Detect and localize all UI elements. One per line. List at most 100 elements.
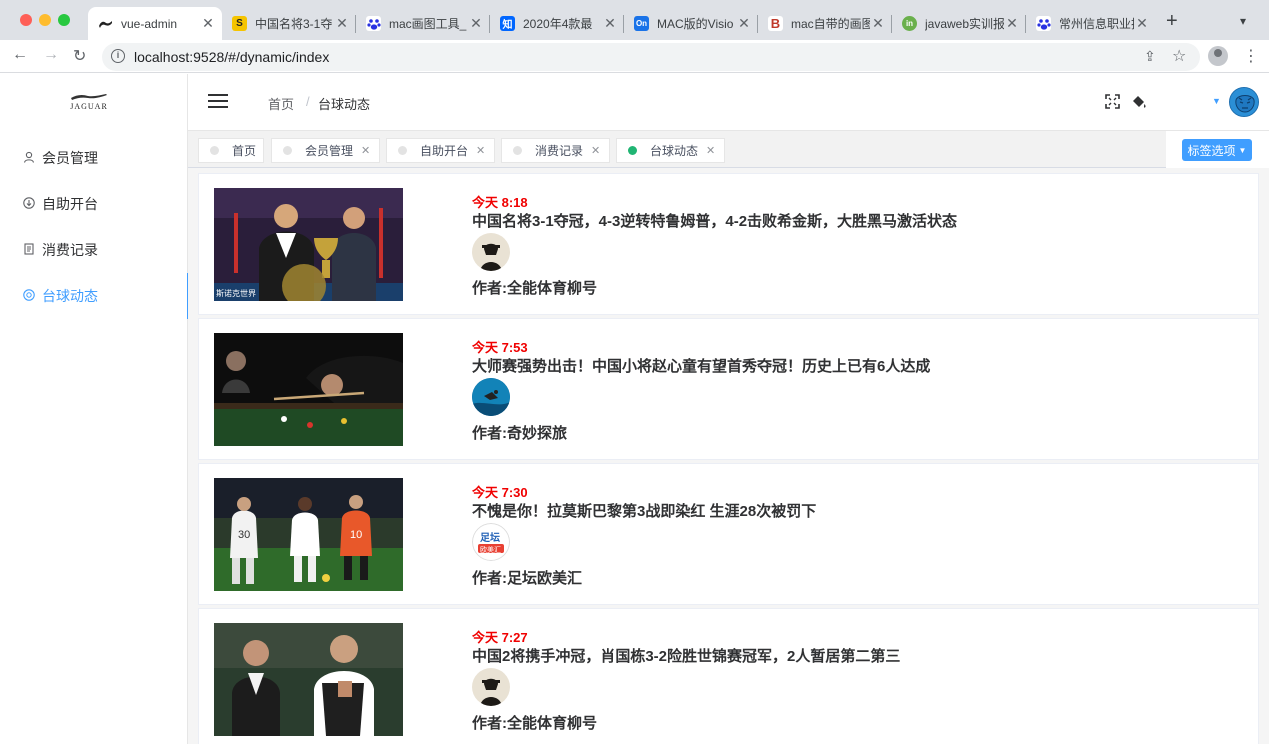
tab-search-chevron-icon[interactable]: ▾ xyxy=(1240,14,1246,28)
minimize-window-button[interactable] xyxy=(39,14,51,26)
tag-label: 会员管理 xyxy=(305,144,354,158)
author-avatar[interactable] xyxy=(472,378,510,416)
post-card[interactable]: 今天 7:27 中国2将携手冲冠，肖国栋3-2险胜世锦赛冠军，2人暂居第二第三 … xyxy=(198,608,1259,744)
author-avatar[interactable] xyxy=(472,668,510,706)
tiger-avatar-icon xyxy=(1230,88,1258,116)
post-card[interactable]: 今天 7:53 大师赛强势出击！中国小将赵心童有望首秀夺冠！历史上已有6人达成 … xyxy=(198,318,1259,460)
baidu-paw-favicon-icon xyxy=(1036,16,1051,31)
post-thumbnail-snooker-shot-photo[interactable] xyxy=(214,333,403,446)
post-time: 今天 8:18 xyxy=(472,195,528,210)
browser-tab-title: 常州信息职业技 xyxy=(1059,17,1134,31)
post-author: 作者:全能体育柳号 xyxy=(472,715,597,732)
browser-tab[interactable]: S 中国名将3-1夺 ✕ xyxy=(222,7,356,40)
author-avatar[interactable] xyxy=(472,233,510,271)
site-info-icon[interactable]: i xyxy=(111,49,125,63)
user-icon xyxy=(22,151,36,166)
tag-options-button[interactable]: 标签选项 ▼ xyxy=(1182,139,1252,161)
tag-status-dot xyxy=(398,146,407,155)
post-time: 今天 7:30 xyxy=(472,485,528,500)
browser-tab[interactable]: mac画图工具_ ✕ xyxy=(356,7,490,40)
tag-home[interactable]: 首页 xyxy=(198,138,264,163)
forward-arrow-icon[interactable]: → xyxy=(43,46,59,64)
svg-text:足坛: 足坛 xyxy=(480,531,500,544)
tag-self-service[interactable]: 自助开台 ✕ xyxy=(386,138,495,163)
dropdown-caret-icon[interactable]: ▼ xyxy=(1212,96,1221,106)
address-bar[interactable]: i localhost:9528/#/dynamic/index ⇪ ☆ xyxy=(102,43,1200,71)
sidebar-item-consumption-records[interactable]: 消费记录 xyxy=(0,227,188,273)
tag-close-icon[interactable]: ✕ xyxy=(476,144,485,157)
post-title[interactable]: 不愧是你！拉莫斯巴黎第3战即染红 生涯28次被罚下 xyxy=(472,500,816,521)
address-url[interactable]: localhost:9528/#/dynamic/index xyxy=(134,49,329,65)
share-icon[interactable]: ⇪ xyxy=(1144,48,1156,65)
post-time: 今天 7:27 xyxy=(472,630,528,645)
tag-status-dot xyxy=(628,146,637,155)
post-card[interactable]: 30 10 今天 7:30 不愧是你！拉莫斯巴黎第3战即染红 生涯28次被罚下 … xyxy=(198,463,1259,605)
tag-status-dot xyxy=(513,146,522,155)
close-window-button[interactable] xyxy=(20,14,32,26)
browser-tab[interactable]: 常州信息职业技 ✕ xyxy=(1026,7,1156,40)
post-title[interactable]: 中国2将携手冲冠，肖国栋3-2险胜世锦赛冠军，2人暂居第二第三 xyxy=(472,645,900,666)
browser-menu-kebab-icon[interactable]: ⋮ xyxy=(1243,46,1259,66)
in-favicon-icon: in xyxy=(902,16,917,31)
browser-tab[interactable]: vue-admin ✕ xyxy=(88,7,222,40)
close-tab-icon[interactable]: ✕ xyxy=(1134,15,1150,32)
sidebar-item-member-management[interactable]: 会员管理 xyxy=(0,135,188,181)
svg-text:30: 30 xyxy=(238,529,250,541)
tag-options-label: 标签选项 xyxy=(1187,143,1236,158)
sidebar-item-self-service[interactable]: 自助开台 xyxy=(0,181,188,227)
breadcrumb-home-link[interactable]: 首页 xyxy=(268,94,294,113)
close-tab-icon[interactable]: ✕ xyxy=(870,15,886,32)
post-title[interactable]: 中国名将3-1夺冠，4-3逆转特鲁姆普，4-2击败希金斯，大胜黑马激活状态 xyxy=(472,210,957,231)
bookmark-star-icon[interactable]: ☆ xyxy=(1172,46,1186,66)
close-tab-icon[interactable]: ✕ xyxy=(334,15,350,32)
paint-bucket-icon[interactable] xyxy=(1131,94,1147,110)
breadcrumb-separator: / xyxy=(306,94,310,109)
post-title[interactable]: 大师赛强势出击！中国小将赵心童有望首秀夺冠！历史上已有6人达成 xyxy=(472,355,930,376)
sidebar: JAGUAR 会员管理 自助开台 消费记录 台球动态 xyxy=(0,74,189,744)
tag-member-management[interactable]: 会员管理 ✕ xyxy=(271,138,380,163)
zhihu-favicon-icon: 知 xyxy=(500,16,515,31)
tag-billiard-news[interactable]: 台球动态 ✕ xyxy=(616,138,725,163)
browser-tab[interactable]: On MAC版的Visio ✕ xyxy=(624,7,758,40)
back-arrow-icon[interactable]: ← xyxy=(12,46,28,64)
close-tab-icon[interactable]: ✕ xyxy=(1004,15,1020,32)
post-card[interactable]: 斯诺克世界 今天 8:18 中国名将3-1夺冠，4-3逆转特鲁姆普，4-2击败希… xyxy=(198,173,1259,315)
author-avatar[interactable]: 足坛 欧美汇 xyxy=(472,523,510,561)
tag-label: 首页 xyxy=(232,144,257,158)
jaguar-leaper-icon xyxy=(71,94,107,100)
jaguar-favicon-icon xyxy=(98,16,113,31)
top-navbar: 首页 / 台球动态 ▼ xyxy=(188,74,1269,130)
close-tab-icon[interactable]: ✕ xyxy=(602,15,618,32)
tag-close-icon[interactable]: ✕ xyxy=(361,144,370,157)
caret-down-icon: ▼ xyxy=(1238,145,1247,155)
s-favicon-icon: S xyxy=(232,16,247,31)
tag-consumption-records[interactable]: 消费记录 ✕ xyxy=(501,138,610,163)
post-thumbnail-football-match-photo[interactable]: 30 10 xyxy=(214,478,403,591)
browser-tab-title: 中国名将3-1夺 xyxy=(255,17,333,31)
tag-close-icon[interactable]: ✕ xyxy=(706,144,715,157)
profile-avatar-icon[interactable] xyxy=(1208,46,1228,66)
tag-close-icon[interactable]: ✕ xyxy=(591,144,600,157)
sidebar-item-label: 自助开台 xyxy=(42,196,98,212)
user-avatar[interactable] xyxy=(1229,87,1259,117)
browser-tab-title: vue-admin xyxy=(121,16,178,31)
post-author: 作者:全能体育柳号 xyxy=(472,280,597,297)
new-tab-plus-icon[interactable]: + xyxy=(1166,11,1178,31)
post-thumbnail-trophy-photo[interactable]: 斯诺克世界 xyxy=(214,188,403,301)
fullscreen-icon[interactable] xyxy=(1105,94,1120,109)
reload-icon[interactable]: ↻ xyxy=(73,46,86,66)
tag-options-area: 标签选项 ▼ xyxy=(1166,131,1269,168)
zoom-window-button[interactable] xyxy=(58,14,70,26)
browser-tab[interactable]: in javaweb实训报 ✕ xyxy=(892,7,1026,40)
close-tab-icon[interactable]: ✕ xyxy=(200,15,216,32)
close-tab-icon[interactable]: ✕ xyxy=(468,15,484,32)
browser-tab[interactable]: 知 2020年4款最 ✕ xyxy=(490,7,624,40)
close-tab-icon[interactable]: ✕ xyxy=(736,15,752,32)
svg-text:斯诺克世界: 斯诺克世界 xyxy=(216,288,256,298)
hamburger-menu-icon[interactable] xyxy=(208,94,228,108)
tag-label: 消费记录 xyxy=(535,144,584,158)
sidebar-item-billiard-news[interactable]: 台球动态 xyxy=(0,273,189,319)
jaguar-logo[interactable]: JAGUAR xyxy=(66,93,112,113)
post-thumbnail-two-players-photo[interactable] xyxy=(214,623,403,736)
browser-tab[interactable]: B mac自带的画图 ✕ xyxy=(758,7,892,40)
